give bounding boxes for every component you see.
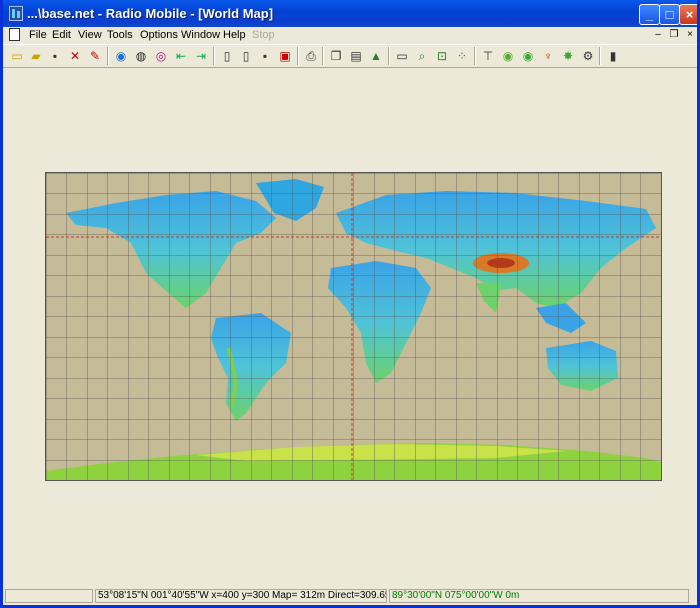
status-bar: 53°08'15"N 001°40'55"W x=400 y=300 Map= … <box>3 588 697 605</box>
link-icon[interactable]: ⊤ <box>480 48 496 64</box>
page-icon[interactable]: ▯ <box>219 48 235 64</box>
mdi-close-button[interactable]: × <box>683 28 697 41</box>
satellite-icon[interactable]: ✸ <box>560 48 576 64</box>
menu-help[interactable]: Help <box>223 28 246 42</box>
close-button[interactable]: × <box>679 4 697 25</box>
status-panel-empty <box>5 589 93 603</box>
menu-edit[interactable]: Edit <box>52 28 71 42</box>
menu-file[interactable]: File <box>29 28 47 42</box>
pdf-icon[interactable]: ▣ <box>277 48 293 64</box>
forward-icon[interactable]: ⇥ <box>193 48 209 64</box>
maximize-button[interactable]: □ <box>659 4 680 25</box>
status-coordinates: 53°08'15"N 001°40'55"W x=400 y=300 Map= … <box>95 589 387 603</box>
copy-icon[interactable]: ❐ <box>328 48 344 64</box>
globe-icon[interactable]: ◉ <box>113 48 129 64</box>
save-icon[interactable]: ▪ <box>47 48 63 64</box>
new-icon[interactable]: ▭ <box>9 48 25 64</box>
mdi-client-area <box>7 69 697 587</box>
mdi-minimize-button[interactable]: – <box>651 28 665 41</box>
copy-page-icon[interactable]: ▯ <box>238 48 254 64</box>
menu-window[interactable]: Window <box>181 28 220 42</box>
edit-icon[interactable]: ✎ <box>87 48 103 64</box>
world-map[interactable] <box>45 172 662 481</box>
window-icon[interactable]: ▭ <box>394 48 410 64</box>
extract-icon[interactable]: ⊡ <box>434 48 450 64</box>
save-image-icon[interactable]: ▪ <box>257 48 273 64</box>
mdi-restore-button[interactable]: ❐ <box>667 28 681 41</box>
app-icon[interactable] <box>9 6 23 21</box>
network-icon[interactable]: ◍ <box>133 48 149 64</box>
app-window: ...\base.net - Radio Mobile - [World Map… <box>0 0 700 608</box>
window-title: ...\base.net - Radio Mobile - [World Map… <box>27 6 274 21</box>
zoom-icon[interactable]: ⌕ <box>414 48 430 64</box>
title-bar[interactable]: ...\base.net - Radio Mobile - [World Map… <box>3 0 697 27</box>
print-icon[interactable]: ⎙ <box>303 48 319 64</box>
document-icon[interactable] <box>9 28 20 41</box>
paste-icon[interactable]: ▤ <box>348 48 364 64</box>
menu-view[interactable]: View <box>78 28 102 42</box>
book-icon[interactable]: ▮ <box>605 48 621 64</box>
world-map-canvas[interactable] <box>46 173 662 481</box>
coverage-icon[interactable]: ◉ <box>500 48 516 64</box>
menu-tools[interactable]: Tools <box>107 28 133 42</box>
open-icon[interactable]: ▰ <box>28 48 44 64</box>
back-icon[interactable]: ⇤ <box>173 48 189 64</box>
terrain-icon[interactable]: ▲ <box>368 48 384 64</box>
gear-icon[interactable]: ⚙ <box>580 48 596 64</box>
menu-bar: File Edit View Tools Options Window Help… <box>3 27 697 43</box>
antenna-icon[interactable]: ♆ <box>540 48 556 64</box>
minimize-button[interactable]: _ <box>639 4 660 25</box>
delete-icon[interactable]: ✕ <box>67 48 83 64</box>
radio-icon[interactable]: ◎ <box>153 48 169 64</box>
grid-icon[interactable]: ⁘ <box>454 48 470 64</box>
coverage2-icon[interactable]: ◉ <box>520 48 536 64</box>
menu-options[interactable]: Options <box>140 28 178 42</box>
menu-stop: Stop <box>252 29 275 41</box>
status-position: 89°30'00"N 075°00'00"W 0m <box>389 589 689 603</box>
toolbar: ▭ ▰ ▪ ✕ ✎ ◉ ◍ ◎ ⇤ ⇥ ▯ ▯ ▪ ▣ ⎙ ❐ ▤ ▲ ▭ ⌕ … <box>3 44 697 68</box>
